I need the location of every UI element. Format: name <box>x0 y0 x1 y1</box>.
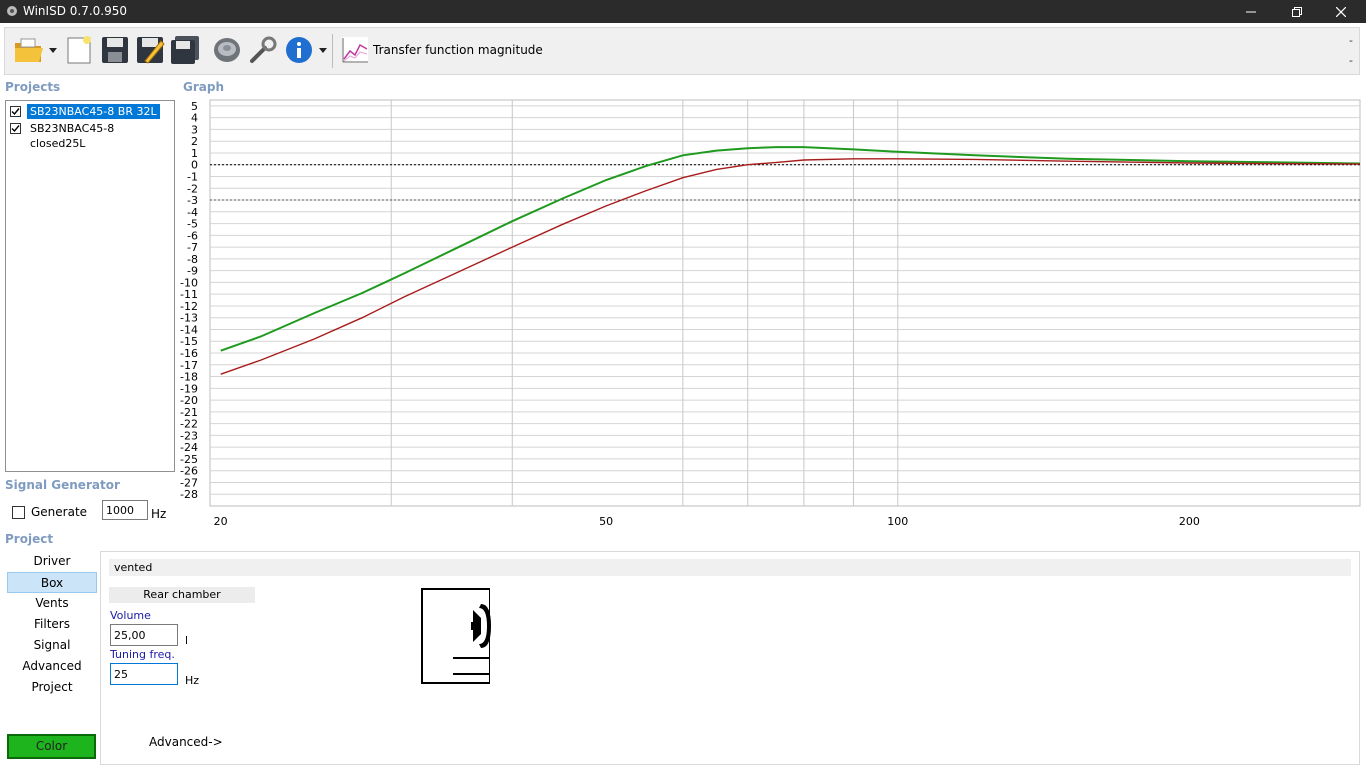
vented-box-diagram <box>421 588 493 686</box>
tuning-freq-unit: Hz <box>185 674 200 687</box>
nav-vents[interactable]: Vents <box>7 593 97 614</box>
box-type-value: vented <box>114 561 153 574</box>
open-dropdown-arrow-icon[interactable] <box>49 46 57 54</box>
x-tick-label: 200 <box>1179 515 1200 528</box>
project-1-checkbox[interactable] <box>10 105 21 117</box>
generate-checkbox[interactable] <box>12 505 25 519</box>
info-icon <box>286 37 312 63</box>
nav-advanced[interactable]: Advanced <box>7 656 97 677</box>
project-2-label[interactable]: SB23NBAC45-8 closed25L <box>27 121 174 150</box>
transfer-function-chart[interactable]: 543210-1-2-3-4-5-6-7-8-9-10-11-12-13-14-… <box>178 98 1362 530</box>
volume-label: Volume <box>110 609 151 622</box>
color-button[interactable]: Color <box>7 734 96 759</box>
open-folder-button[interactable] <box>13 34 45 66</box>
nav-signal[interactable]: Signal <box>7 635 97 656</box>
check-icon <box>11 124 20 132</box>
generate-label: Generate <box>31 505 88 519</box>
driver-editor-button[interactable] <box>211 34 243 66</box>
restore-button[interactable] <box>1274 0 1320 23</box>
restore-icon <box>1292 6 1302 17</box>
close-icon <box>1336 6 1346 17</box>
folder-open-icon <box>15 38 43 62</box>
advanced-link[interactable]: Advanced-> <box>149 735 223 749</box>
save-as-button[interactable] <box>134 34 166 66</box>
graph-type-label[interactable]: Transfer function magnitude <box>373 43 543 57</box>
main-toolbar: Transfer function magnitude - - <box>4 27 1360 75</box>
generate-row[interactable]: Generate <box>12 500 87 524</box>
y-tick-label: -28 <box>180 488 198 501</box>
winisd-app-icon <box>7 6 17 16</box>
floppy-edit-icon <box>137 37 165 64</box>
x-tick-label: 50 <box>599 515 613 528</box>
speaker-icon <box>214 38 240 62</box>
projects-section-label: Projects <box>5 80 61 94</box>
nav-filters[interactable]: Filters <box>7 614 97 635</box>
graph-area[interactable]: 5 4 3 2 1 0 -1 -2 -3 -4 -5 -6 -7 -8 -9 -10 -11 -12 -13 -14-… <box>178 98 1362 530</box>
toolbar-separator <box>332 34 333 68</box>
project-2-checkbox[interactable] <box>10 122 21 134</box>
box-type-selector[interactable]: vented <box>109 559 1351 576</box>
info-dropdown-arrow-icon[interactable] <box>319 46 327 54</box>
project-section-label: Project <box>5 532 54 546</box>
volume-unit: l <box>185 634 189 647</box>
new-project-button[interactable] <box>63 34 95 66</box>
tuning-freq-input[interactable] <box>110 663 178 685</box>
project-nav: Driver Box Vents Filters Signal Advanced… <box>7 551 97 698</box>
title-bar: WinISD 0.7.0.950 <box>0 0 1366 23</box>
info-button[interactable] <box>283 34 315 66</box>
project-item-2[interactable]: SB23NBAC45-8 closed25L <box>10 120 174 150</box>
project-item-1[interactable]: SB23NBAC45-8 BR 32L <box>10 103 160 119</box>
new-document-icon <box>67 36 91 64</box>
floppy-disk-icon <box>102 37 128 63</box>
graph-section-label: Graph <box>183 80 224 94</box>
save-all-button[interactable] <box>169 34 201 66</box>
window-title: WinISD 0.7.0.950 <box>23 4 128 18</box>
x-tick-label: 20 <box>214 515 228 528</box>
box-panel: vented Rear chamber Volume l Tuning freq… <box>100 551 1360 765</box>
volume-input[interactable] <box>110 624 178 646</box>
check-icon <box>11 107 20 115</box>
nav-driver[interactable]: Driver <box>7 551 97 572</box>
signal-frequency-input[interactable] <box>102 500 148 520</box>
graph-chart-icon <box>342 37 368 63</box>
rear-chamber-header: Rear chamber <box>109 587 255 603</box>
nav-project[interactable]: Project <box>7 677 97 698</box>
signal-frequency-unit: Hz <box>151 507 167 521</box>
tools-button[interactable] <box>247 34 279 66</box>
floppy-multi-icon <box>171 36 199 64</box>
graph-type-button[interactable] <box>339 34 371 66</box>
projects-list: SB23NBAC45-8 BR 32L SB23NBAC45-8 closed2… <box>5 100 175 472</box>
close-button[interactable] <box>1318 0 1364 23</box>
nav-box[interactable]: Box <box>7 572 97 593</box>
project-1-label[interactable]: SB23NBAC45-8 BR 32L <box>27 103 160 119</box>
toolbar-right-bottom: - <box>1349 54 1353 67</box>
minimize-icon <box>1246 11 1256 12</box>
tuning-freq-label: Tuning freq. <box>110 648 175 661</box>
x-tick-label: 100 <box>887 515 908 528</box>
toolbar-right-top: - <box>1349 34 1353 47</box>
save-button[interactable] <box>99 34 131 66</box>
signal-generator-label: Signal Generator <box>5 478 120 492</box>
wrench-icon <box>250 36 277 63</box>
minimize-button[interactable] <box>1228 0 1274 23</box>
